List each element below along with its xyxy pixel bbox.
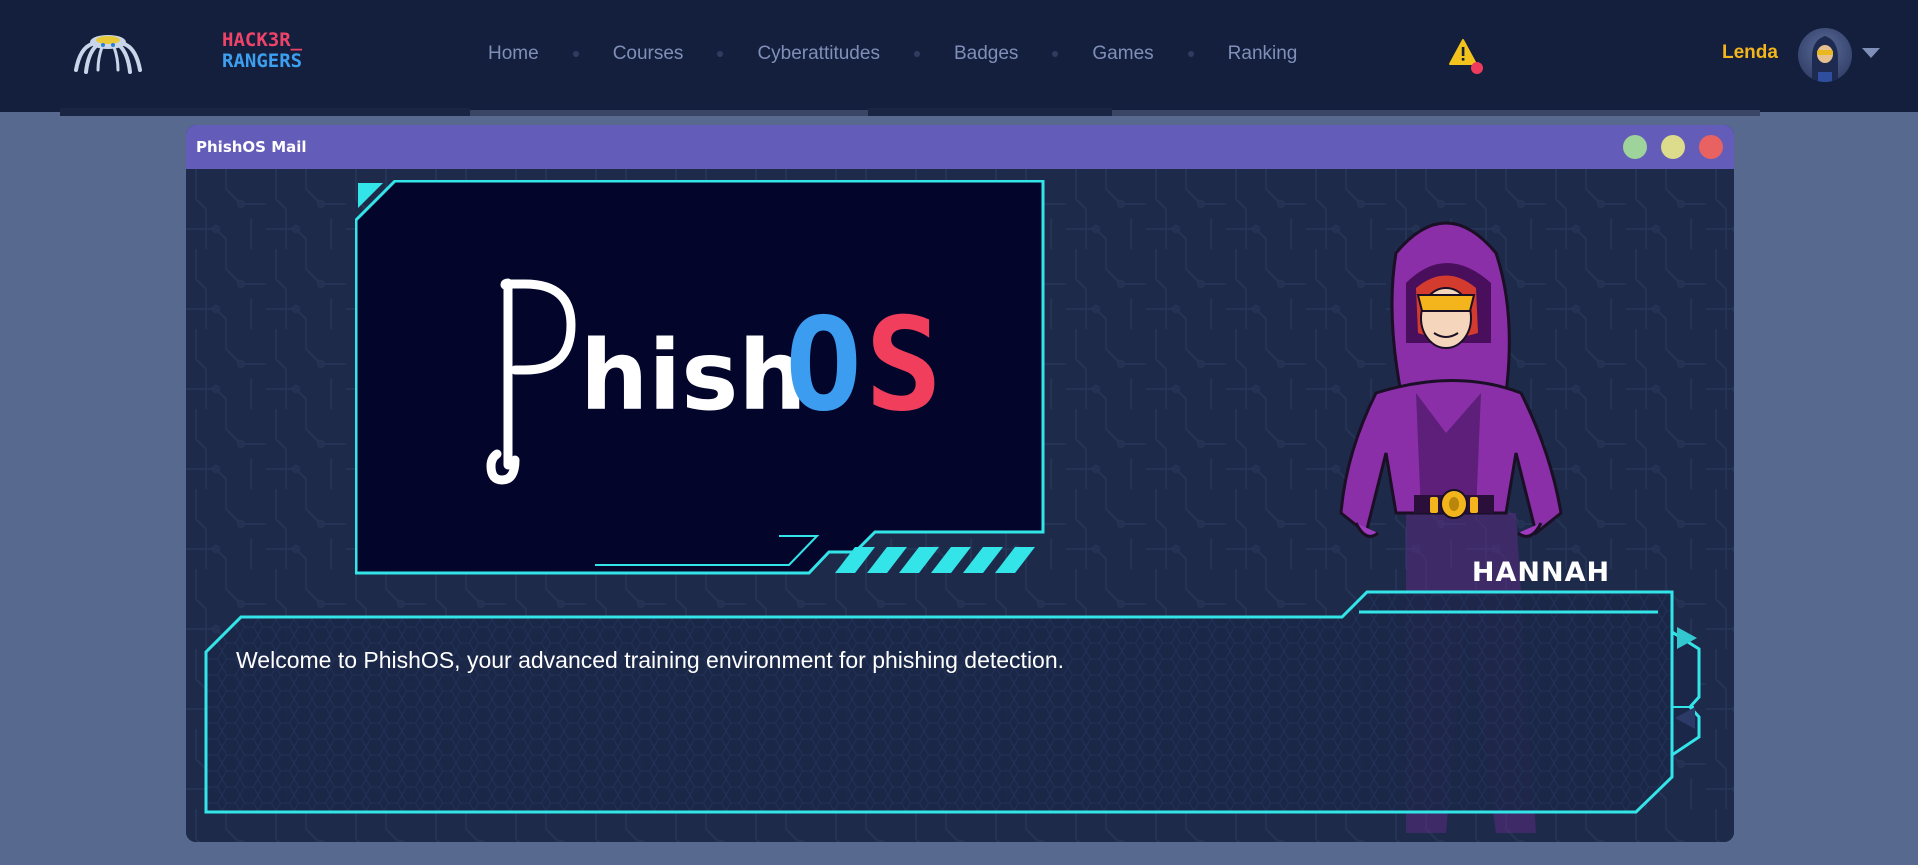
nav-item-cyberattitudes[interactable]: Cyberattitudes <box>757 43 880 65</box>
dialog-box <box>204 590 1701 814</box>
logo-text-red: S <box>865 291 942 440</box>
logo-text-blue: O <box>785 291 862 440</box>
window-title: PhishOS Mail <box>196 138 307 156</box>
nav-underline <box>868 108 1112 116</box>
speaker-name: HANNAH <box>1471 557 1611 588</box>
nav-separator <box>1187 51 1194 57</box>
nav-underline <box>60 108 470 116</box>
window-content: hish O S HANNAH Welcome to PhishOS, your… <box>186 169 1734 842</box>
nav-separator <box>913 51 920 57</box>
avatar[interactable] <box>1798 28 1852 82</box>
brand-logo[interactable]: HACK3R_ RANGERS <box>222 30 302 72</box>
phishos-mail-window: PhishOS Mail hish O S HANNAH Welcome to … <box>186 125 1734 842</box>
main-nav: Home Courses Cyberattitudes Badges Games… <box>488 38 1297 70</box>
window-titlebar[interactable]: PhishOS Mail <box>186 125 1734 169</box>
warning-triangle-icon[interactable] <box>1449 38 1485 74</box>
previous-arrow-icon[interactable] <box>1671 703 1701 733</box>
logo-text-white: hish <box>580 320 807 432</box>
brand-line2: RANGERS <box>222 50 303 72</box>
alert-dot <box>1471 62 1483 74</box>
phishos-logo-panel: hish O S <box>355 180 1045 575</box>
nav-separator <box>572 51 579 57</box>
username[interactable]: Lenda <box>1722 42 1778 64</box>
dialog-message: Welcome to PhishOS, your advanced traini… <box>236 647 1065 673</box>
nav-underline <box>470 110 868 116</box>
close-button[interactable] <box>1699 135 1723 159</box>
nav-item-games[interactable]: Games <box>1092 43 1153 65</box>
brand-line1: HACK3R_ <box>222 29 303 51</box>
nav-item-badges[interactable]: Badges <box>954 43 1018 65</box>
spider-logo-icon[interactable] <box>70 28 146 78</box>
nav-item-courses[interactable]: Courses <box>613 43 684 65</box>
nav-separator <box>1052 51 1059 57</box>
next-arrow-icon[interactable] <box>1671 623 1701 653</box>
maximize-button[interactable] <box>1661 135 1685 159</box>
user-avatar-icon <box>1812 36 1838 82</box>
nav-separator <box>717 51 724 57</box>
minimize-button[interactable] <box>1623 135 1647 159</box>
nav-underline <box>1112 110 1760 116</box>
nav-item-ranking[interactable]: Ranking <box>1228 43 1298 65</box>
nav-item-home[interactable]: Home <box>488 43 539 65</box>
top-navbar: HACK3R_ RANGERS Home Courses Cyberattitu… <box>0 0 1918 116</box>
chevron-down-icon[interactable] <box>1862 48 1880 58</box>
